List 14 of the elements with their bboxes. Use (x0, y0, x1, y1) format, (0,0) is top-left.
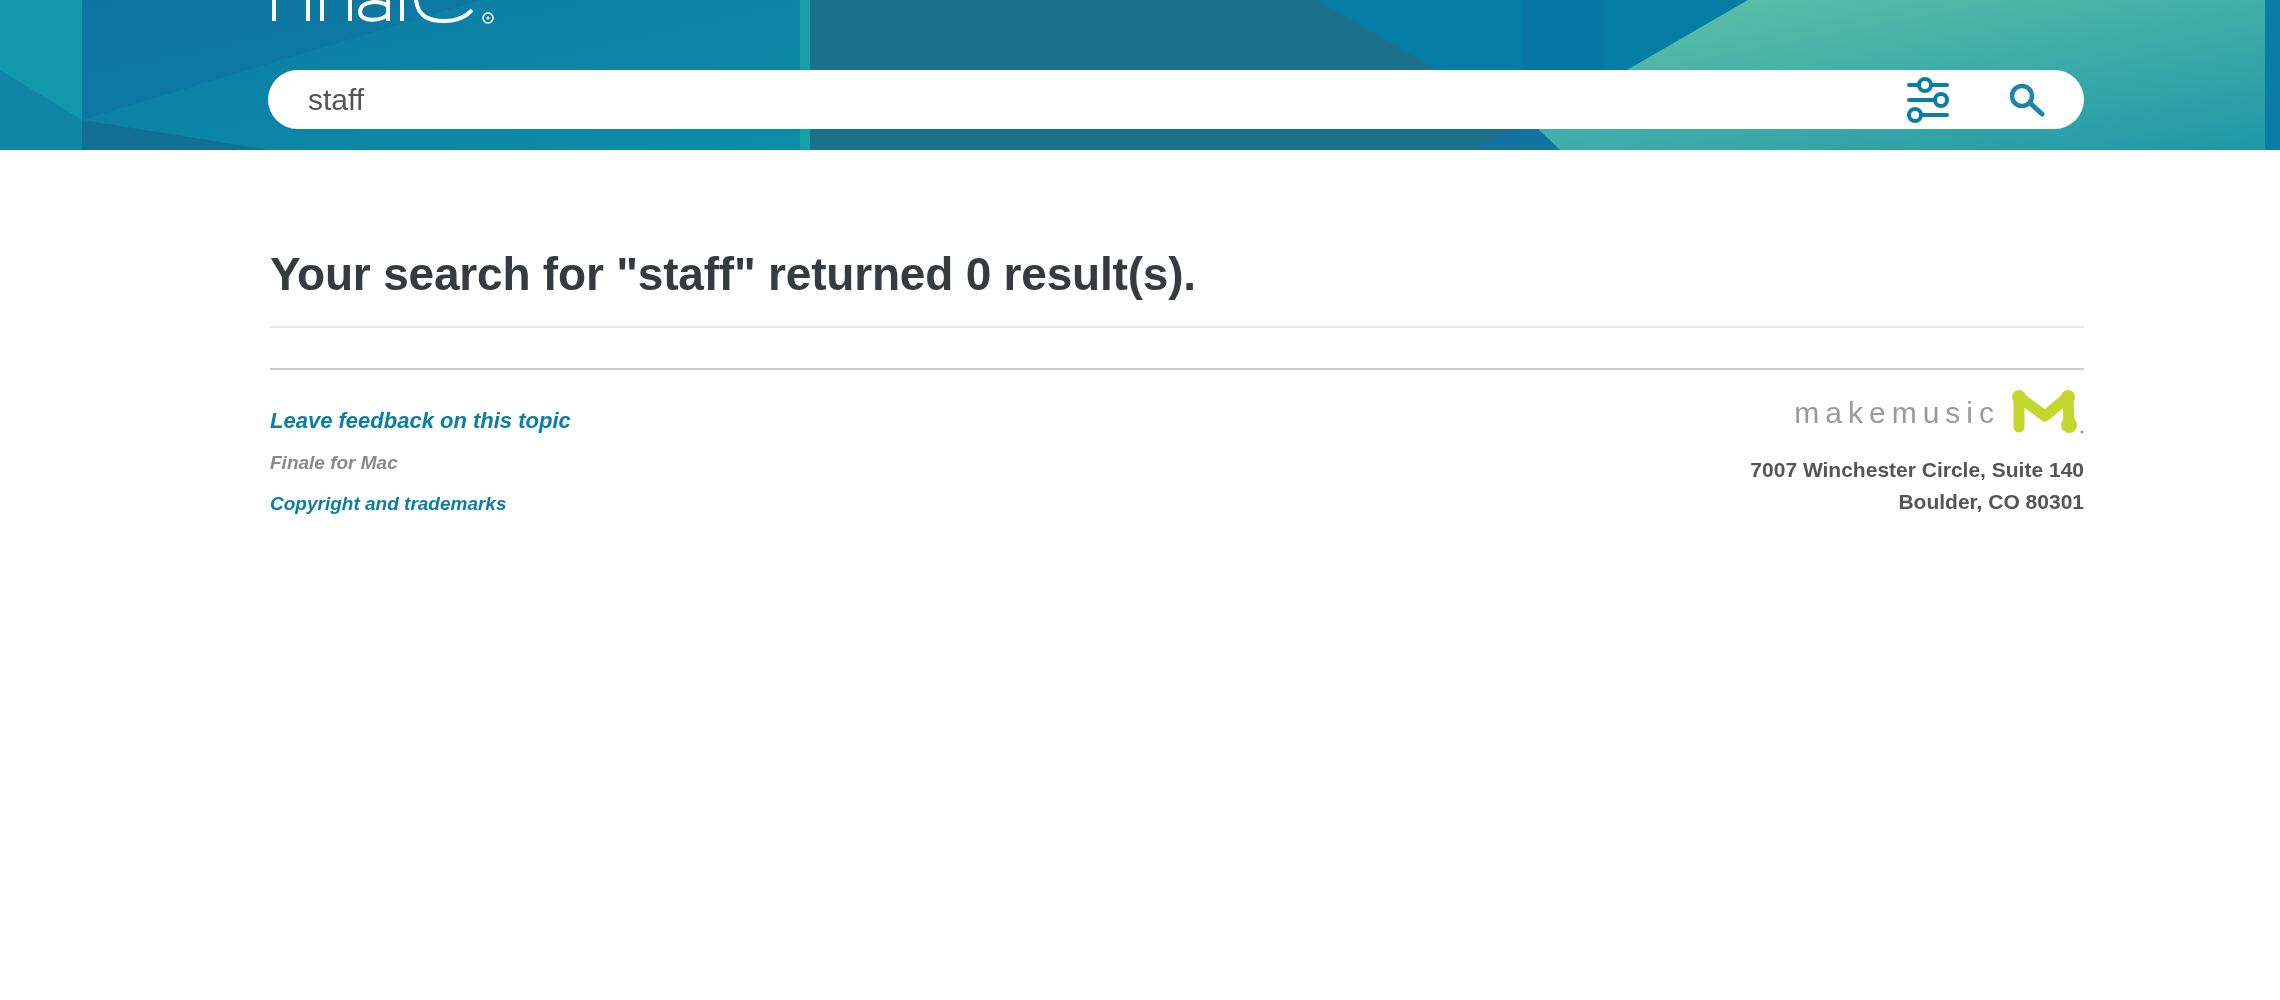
search-icon (2009, 82, 2045, 117)
address-line: Boulder, CO 80301 (1898, 489, 2084, 516)
search-field[interactable]: staff (308, 78, 1886, 121)
results-heading: Your search for "staff" returned 0 result(s). (270, 247, 1196, 302)
address-line: 7007 Winchester Circle, Suite 140 (1750, 457, 2084, 484)
copyright-link[interactable]: Copyright and trademarks (270, 493, 507, 517)
feedback-link[interactable]: Leave feedback on this topic (270, 408, 571, 435)
search-button[interactable] (2009, 82, 2045, 117)
search-bar[interactable]: staff (268, 70, 2084, 129)
filter-button[interactable] (1906, 76, 1950, 123)
product-name: Finale for Mac (270, 451, 398, 475)
brand-logo-icon (2012, 390, 2084, 435)
brand-wordmark: makemusic (1794, 398, 2000, 429)
sliders-icon (1906, 76, 1950, 123)
